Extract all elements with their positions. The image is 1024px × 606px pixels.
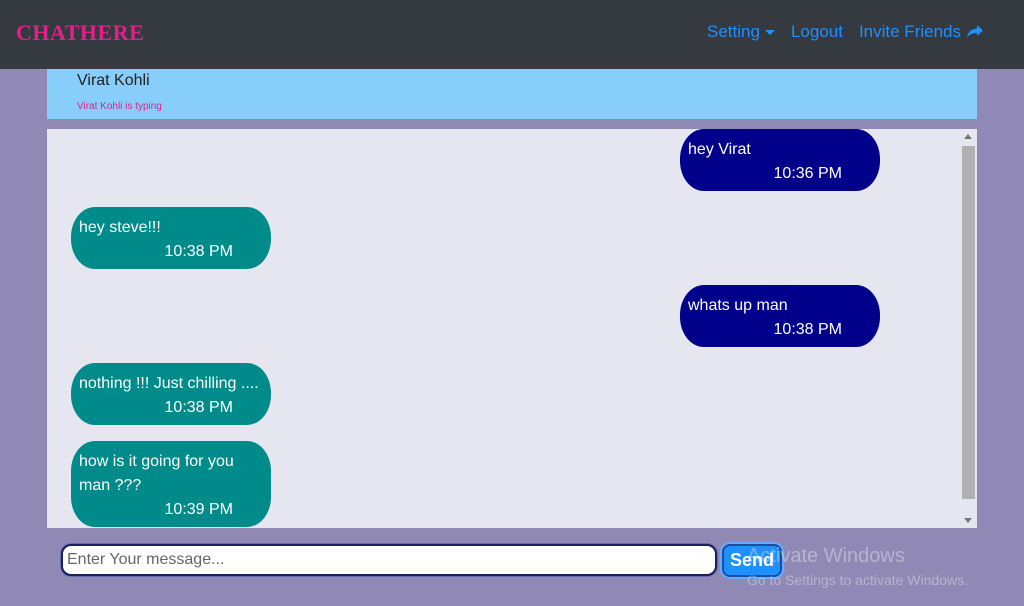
- message-bubble-received: hey steve!!! 10:38 PM: [71, 207, 271, 269]
- contact-name: Virat Kohli: [77, 72, 150, 89]
- scroll-thumb[interactable]: [962, 146, 975, 499]
- scroll-down-arrow-icon[interactable]: [964, 518, 972, 523]
- scrollbar[interactable]: [960, 129, 977, 528]
- setting-dropdown[interactable]: Setting: [707, 22, 775, 42]
- navbar: CHATHERE Setting Logout Invite Friends: [0, 0, 1024, 69]
- message-text: hey Virat: [688, 141, 751, 158]
- message-time: 10:38 PM: [164, 399, 233, 416]
- watermark-subtitle: Go to Settings to activate Windows.: [747, 572, 968, 588]
- setting-label: Setting: [707, 22, 760, 41]
- brand-logo[interactable]: CHATHERE: [16, 20, 144, 46]
- message-text: nothing !!! Just chilling ....: [79, 375, 259, 392]
- typing-indicator: Virat Kohli is typing: [77, 101, 162, 112]
- message-bubble-received: how is it going for you man ??? 10:39 PM: [71, 441, 271, 527]
- message-time: 10:39 PM: [164, 501, 233, 518]
- message-bubble-sent: whats up man 10:38 PM: [680, 285, 880, 347]
- message-text: how is it going for you man ???: [79, 453, 234, 494]
- composer: Send: [61, 544, 785, 577]
- message-time: 10:38 PM: [773, 321, 842, 338]
- message-text: whats up man: [688, 297, 788, 314]
- activate-windows-watermark: Activate Windows Go to Settings to activ…: [747, 545, 968, 588]
- watermark-title: Activate Windows: [747, 545, 905, 567]
- message-time: 10:36 PM: [773, 165, 842, 182]
- invite-label: Invite Friends: [858, 22, 961, 41]
- logout-label: Logout: [790, 22, 843, 41]
- message-bubble-received: nothing !!! Just chilling .... 10:38 PM: [71, 363, 271, 425]
- message-text: hey steve!!!: [79, 219, 161, 236]
- message-bubble-sent: hey Virat 10:36 PM: [680, 129, 880, 191]
- scroll-up-arrow-icon[interactable]: [964, 134, 972, 139]
- caret-down-icon: [764, 29, 775, 35]
- message-list[interactable]: hey Virat 10:36 PM hey steve!!! 10:38 PM…: [47, 129, 977, 528]
- nav-links: Setting Logout Invite Friends: [707, 22, 984, 42]
- message-input[interactable]: [61, 544, 717, 576]
- invite-friends-link[interactable]: Invite Friends: [859, 22, 984, 42]
- message-time: 10:38 PM: [164, 243, 233, 260]
- share-icon: [967, 25, 983, 38]
- chat-header: Virat Kohli Virat Kohli is typing: [47, 69, 977, 119]
- logout-link[interactable]: Logout: [791, 22, 843, 42]
